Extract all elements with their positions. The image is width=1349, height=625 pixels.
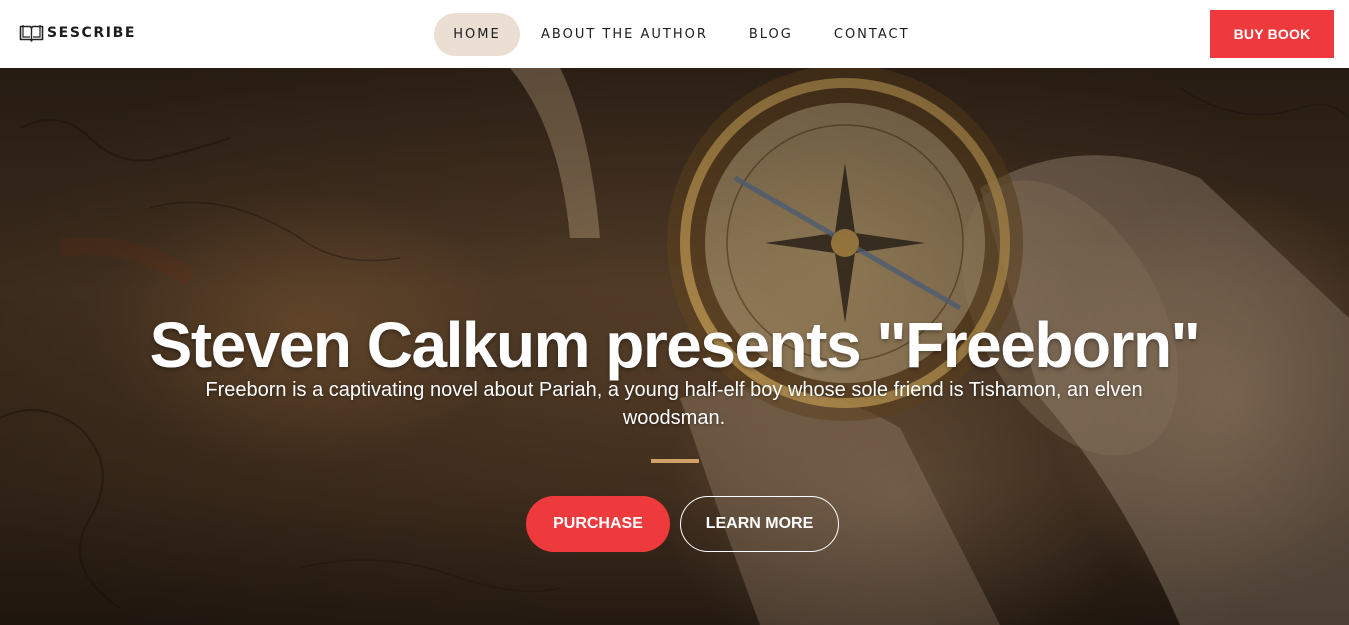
hero-subtitle: Freeborn is a captivating novel about Pa… <box>205 379 1143 429</box>
purchase-button[interactable]: PURCHASE <box>526 496 670 552</box>
logo[interactable]: SESCRIBE <box>19 24 136 42</box>
nav-item-contact[interactable]: CONTACT <box>834 13 910 56</box>
nav-item-home[interactable]: HOME <box>434 13 520 56</box>
hero-divider <box>651 459 699 463</box>
learn-more-button[interactable]: LEARN MORE <box>680 496 839 552</box>
hero-section: Steven Calkum presents "Freeborn" Freebo… <box>0 68 1349 625</box>
site-header: SESCRIBE HOME ABOUT THE AUTHOR BLOG CONT… <box>0 0 1349 68</box>
open-book-icon <box>19 24 44 42</box>
hero-title: Steven Calkum presents "Freeborn" <box>149 309 1201 381</box>
buy-book-button[interactable]: BUY BOOK <box>1210 10 1334 58</box>
main-nav: HOME ABOUT THE AUTHOR BLOG CONTACT <box>434 13 910 56</box>
logo-text: SESCRIBE <box>47 25 137 41</box>
nav-item-blog[interactable]: BLOG <box>749 13 793 56</box>
nav-item-about-the-author[interactable]: ABOUT THE AUTHOR <box>541 13 708 56</box>
